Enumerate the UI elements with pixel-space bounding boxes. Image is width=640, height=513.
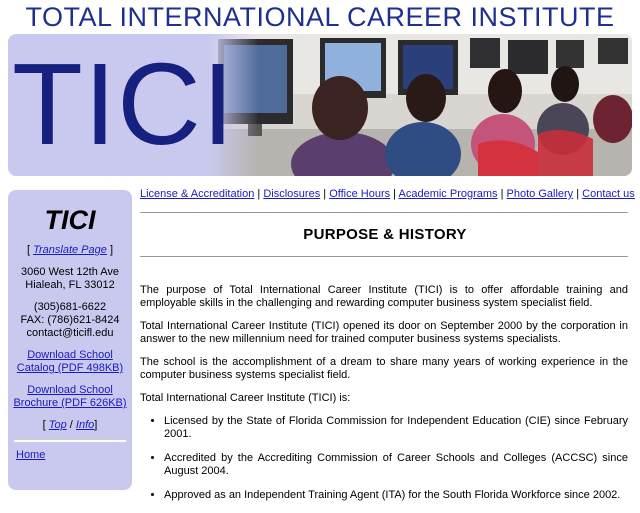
banner-logo: TICI xyxy=(12,39,236,169)
sidebar: TICI [ Translate Page ] 3060 West 12th A… xyxy=(8,190,132,490)
contact-info: (305)681-6622 FAX: (786)621-8424 contact… xyxy=(8,301,132,340)
paragraph: The school is the accomplishment of a dr… xyxy=(140,356,628,381)
header-banner: TICI xyxy=(8,34,632,176)
nav-contact-us[interactable]: Contact us xyxy=(582,188,635,200)
list-item: Licensed by the State of Florida Commiss… xyxy=(164,415,628,441)
paragraph: Total International Career Institute (TI… xyxy=(140,320,628,345)
nav-disclosures[interactable]: Disclosures xyxy=(263,188,320,200)
sidebar-title: TICI xyxy=(44,205,96,235)
phone-number: (305)681-6622 xyxy=(33,301,107,313)
address-street: 3060 West 12th Ave xyxy=(20,266,120,278)
nav-license-accreditation[interactable]: License & Accreditation xyxy=(140,188,254,200)
bracket-close: ] xyxy=(106,244,114,256)
info-link[interactable]: Info xyxy=(76,419,94,431)
translate-line: [ Translate Page ] xyxy=(8,244,132,257)
main-content: The purpose of Total International Caree… xyxy=(140,284,628,513)
nav-separator: | xyxy=(497,188,507,200)
nav-separator: | xyxy=(390,188,399,200)
nav-separator: | xyxy=(254,188,264,200)
list-item: Approved as an Independent Training Agen… xyxy=(164,489,628,502)
download-catalog-link[interactable]: Download School Catalog (PDF 498KB) xyxy=(17,349,123,374)
fax-number: FAX: (786)621-8424 xyxy=(20,314,120,326)
list-item: Accredited by the Accrediting Commission… xyxy=(164,452,628,478)
translate-page-link[interactable]: Translate Page xyxy=(33,244,107,256)
bracket-close: ] xyxy=(94,419,98,431)
top-link[interactable]: Top xyxy=(49,419,67,431)
sidebar-divider xyxy=(14,440,126,442)
divider-top xyxy=(140,212,628,213)
address: 3060 West 12th Ave Hialeah, FL 33012 xyxy=(8,266,132,292)
home-link[interactable]: Home xyxy=(16,449,45,461)
paragraph: The purpose of Total International Caree… xyxy=(140,284,628,309)
site-title: TOTAL INTERNATIONAL CAREER INSTITUTE xyxy=(25,2,615,32)
nav-separator: | xyxy=(320,188,330,200)
credentials-list: Licensed by the State of Florida Commiss… xyxy=(140,415,628,502)
separator: / xyxy=(66,419,76,431)
divider-bottom xyxy=(140,256,628,257)
nav-photo-gallery[interactable]: Photo Gallery xyxy=(507,188,574,200)
nav-office-hours[interactable]: Office Hours xyxy=(329,188,390,200)
paragraph: Total International Career Institute (TI… xyxy=(140,392,351,404)
classroom-photo xyxy=(208,34,632,176)
page-heading: PURPOSE & HISTORY xyxy=(303,226,467,243)
top-info-line: [ Top / Info] xyxy=(8,419,132,432)
address-city: Hialeah, FL 33012 xyxy=(25,279,115,291)
nav-separator: | xyxy=(573,188,583,200)
download-brochure-link[interactable]: Download School Brochure (PDF 626KB) xyxy=(13,384,126,409)
top-nav: License & Accreditation | Disclosures | … xyxy=(140,188,635,200)
nav-academic-programs[interactable]: Academic Programs xyxy=(399,188,498,200)
contact-email: contact@ticifl.edu xyxy=(26,327,114,339)
